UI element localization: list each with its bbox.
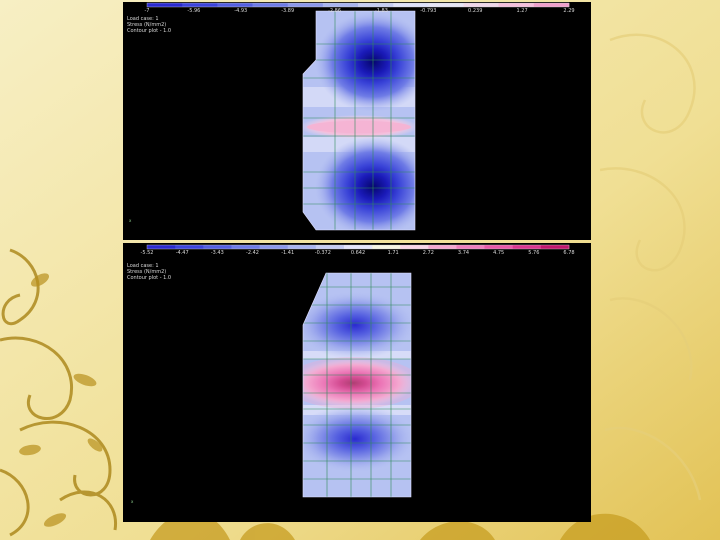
top-legend-swatch bbox=[498, 3, 535, 7]
top-legend-swatch bbox=[217, 3, 253, 7]
bottom-legend-label: -1.41 bbox=[281, 250, 295, 256]
top-legend-label: -5.96 bbox=[187, 8, 201, 14]
top-legend-label: -0.793 bbox=[420, 8, 437, 14]
bottom-legend-swatch bbox=[484, 245, 514, 249]
bottom-legend-label: -2.42 bbox=[246, 250, 259, 256]
top-legend-label: -2.86 bbox=[328, 8, 342, 14]
top-legend-swatch bbox=[393, 3, 429, 7]
top-legend-bar bbox=[146, 2, 570, 8]
bottom-legend-swatch bbox=[287, 245, 317, 249]
bottom-info-line-3: Contour plot - 1.0 bbox=[127, 275, 172, 281]
bottom-legend-label: -3.43 bbox=[210, 250, 224, 256]
bottom-legend-label: 0.642 bbox=[350, 250, 366, 256]
bottom-legend-label: 5.76 bbox=[528, 250, 540, 256]
top-legend-swatch bbox=[358, 3, 394, 7]
bottom-info-block: Load case: 1 Stress (N/mm2) Contour plot… bbox=[127, 263, 171, 281]
bottom-stress-plot-panel: -5.52 -4.47 -3.43 -2.42 -1.41 -0.372 0.642 1.71… bbox=[123, 243, 591, 522]
bottom-legend-swatch bbox=[203, 245, 232, 249]
bottom-legend-swatch bbox=[231, 245, 260, 249]
top-legend-label: -1.83 bbox=[374, 8, 388, 14]
bottom-legend-label: 3.74 bbox=[457, 250, 470, 256]
bottom-legend-bar bbox=[146, 244, 570, 250]
top-legend-swatch bbox=[182, 3, 218, 7]
bottom-legend-swatch bbox=[428, 245, 457, 249]
bottom-legend-label: 6.78 bbox=[563, 250, 575, 256]
bottom-legend-label: -5.52 bbox=[140, 250, 154, 256]
top-info-block: Load case: 1 Stress (N/mm2) Contour plot… bbox=[127, 16, 171, 34]
bottom-legend-swatch bbox=[540, 245, 570, 249]
top-legend-label: 2.29 bbox=[563, 8, 575, 14]
bottom-legend-label: 4.75 bbox=[493, 250, 505, 256]
bottom-axis-triad: x bbox=[131, 499, 134, 504]
bottom-legend-swatch bbox=[400, 245, 429, 249]
top-info-line-3: Contour plot - 1.0 bbox=[127, 28, 172, 34]
bottom-legend-label: 2.72 bbox=[422, 250, 434, 256]
bottom-legend-swatch bbox=[512, 245, 542, 249]
top-legend-swatch bbox=[287, 3, 324, 7]
top-legend-swatch bbox=[147, 3, 183, 7]
bottom-legend-swatch bbox=[343, 245, 373, 249]
bottom-legend-label: -4.47 bbox=[175, 250, 189, 256]
top-legend-swatch bbox=[322, 3, 359, 7]
bottom-legend-swatch bbox=[315, 245, 345, 249]
top-legend-label: -3.89 bbox=[281, 8, 295, 14]
bottom-legend-swatch bbox=[372, 245, 401, 249]
top-legend-label: 0.239 bbox=[468, 8, 483, 14]
top-legend-label: -7 bbox=[144, 8, 150, 14]
top-legend-swatch bbox=[252, 3, 288, 7]
top-legend-swatch bbox=[533, 3, 570, 7]
bottom-legend-swatch bbox=[456, 245, 485, 249]
bottom-legend-swatch bbox=[175, 245, 204, 249]
top-axis-triad: x bbox=[129, 218, 132, 223]
top-legend-label: -4.93 bbox=[234, 8, 248, 14]
bottom-legend-label: 1.71 bbox=[387, 250, 399, 256]
bottom-contour-region bbox=[303, 273, 411, 497]
bottom-legend-swatch bbox=[147, 245, 176, 249]
top-stress-plot-panel: -7 -5.96 -4.93 -3.89 -2.86 -1.83 -0.793 0.239 1.… bbox=[123, 2, 591, 240]
bottom-legend-swatch bbox=[259, 245, 288, 249]
top-legend-label: 1.27 bbox=[516, 8, 528, 14]
top-legend-swatch bbox=[463, 3, 499, 7]
bottom-legend-label: -0.372 bbox=[314, 250, 331, 256]
top-legend-swatch bbox=[428, 3, 464, 7]
